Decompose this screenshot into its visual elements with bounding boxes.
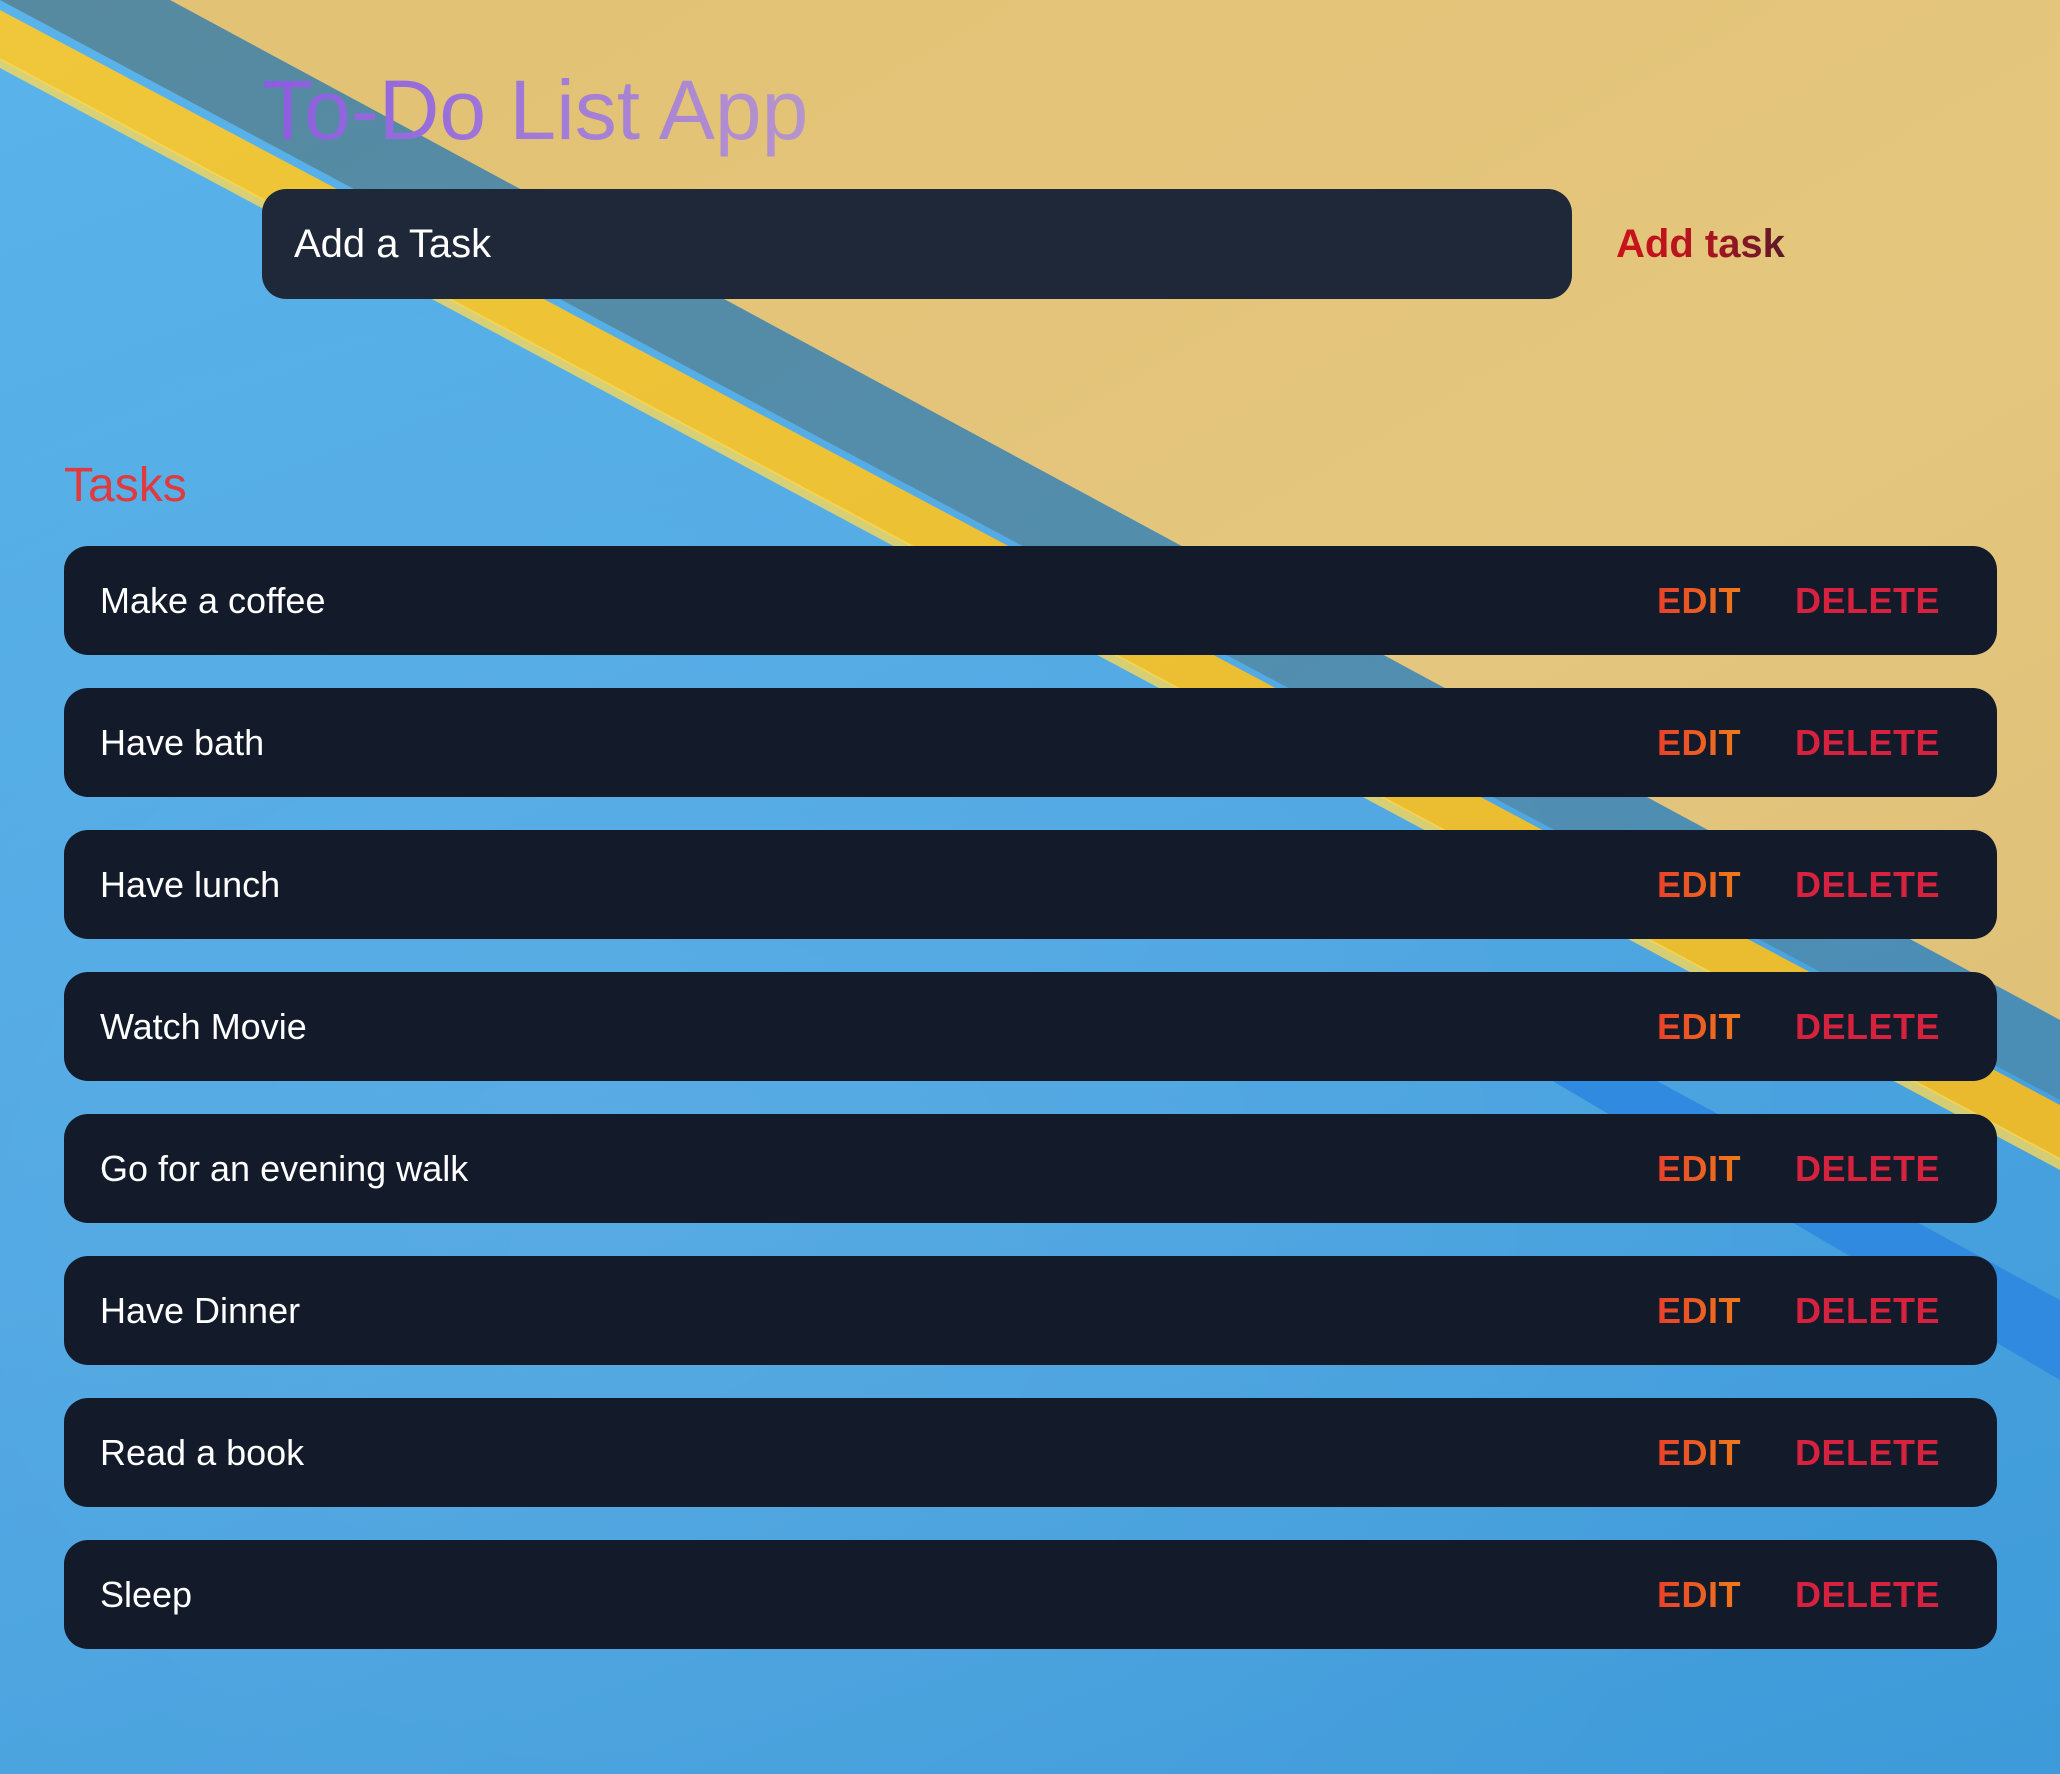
add-task-form: Add task	[262, 189, 1862, 299]
task-text: Read a book	[100, 1431, 305, 1473]
edit-button[interactable]: EDIT	[1657, 1006, 1741, 1048]
edit-button[interactable]: EDIT	[1657, 1432, 1741, 1474]
edit-button[interactable]: EDIT	[1657, 1148, 1741, 1190]
edit-button[interactable]: EDIT	[1657, 1574, 1741, 1616]
task-text: Have lunch	[100, 863, 281, 905]
task-item: Watch Movie EDIT DELETE	[64, 972, 1997, 1081]
edit-button[interactable]: EDIT	[1657, 722, 1741, 764]
task-list: Make a coffee EDIT DELETE Have bath EDIT…	[64, 546, 1997, 1682]
add-task-button[interactable]: Add task	[1602, 189, 1799, 299]
delete-button[interactable]: DELETE	[1795, 1006, 1940, 1048]
task-item: Have bath EDIT DELETE	[64, 688, 1997, 797]
task-text: Watch Movie	[100, 1005, 307, 1047]
task-text: Have Dinner	[100, 1289, 301, 1331]
delete-button[interactable]: DELETE	[1795, 1432, 1940, 1474]
delete-button[interactable]: DELETE	[1795, 1574, 1940, 1616]
delete-button[interactable]: DELETE	[1795, 864, 1940, 906]
edit-button[interactable]: EDIT	[1657, 1290, 1741, 1332]
task-text: Have bath	[100, 721, 265, 763]
add-task-input[interactable]	[262, 189, 1572, 299]
task-item: Sleep EDIT DELETE	[64, 1540, 1997, 1649]
page-title: To-Do List App	[262, 63, 809, 157]
task-item: Have lunch EDIT DELETE	[64, 830, 1997, 939]
task-text: Sleep	[100, 1573, 193, 1615]
task-item: Have Dinner EDIT DELETE	[64, 1256, 1997, 1365]
edit-button[interactable]: EDIT	[1657, 580, 1741, 622]
edit-button[interactable]: EDIT	[1657, 864, 1741, 906]
task-item: Read a book EDIT DELETE	[64, 1398, 1997, 1507]
task-item: Go for an evening walk EDIT DELETE	[64, 1114, 1997, 1223]
task-text: Go for an evening walk	[100, 1147, 469, 1189]
tasks-heading: Tasks	[64, 459, 187, 512]
app-root: To-Do List App Add task Tasks Make a cof…	[0, 0, 2060, 1774]
delete-button[interactable]: DELETE	[1795, 1148, 1940, 1190]
task-item: Make a coffee EDIT DELETE	[64, 546, 1997, 655]
delete-button[interactable]: DELETE	[1795, 1290, 1940, 1332]
delete-button[interactable]: DELETE	[1795, 580, 1940, 622]
task-text: Make a coffee	[100, 579, 326, 621]
delete-button[interactable]: DELETE	[1795, 722, 1940, 764]
